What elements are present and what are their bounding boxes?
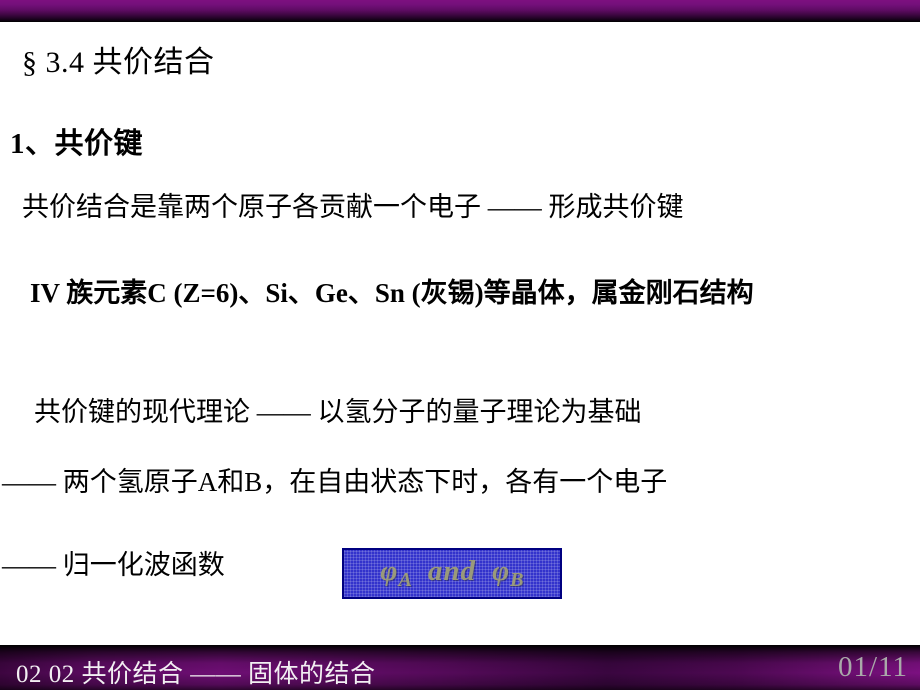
phi-b-symbol: φ bbox=[492, 554, 511, 587]
body-paragraph-1: 共价结合是靠两个原子各贡献一个电子 —— 形成共价键 bbox=[22, 192, 684, 222]
slide-heading-1: 1、共价键 bbox=[10, 128, 144, 160]
body-paragraph-3: 共价键的现代理论 —— 以氢分子的量子理论为基础 bbox=[34, 397, 642, 427]
wavefunction-formula-box: φA and φB bbox=[342, 548, 562, 599]
footer-title-text: 02 02 共价结合 —— 固体的结合 bbox=[16, 661, 376, 688]
body-paragraph-4: —— 两个氢原子A和B，在自由状态下时，各有一个电子 bbox=[2, 467, 668, 497]
formula-expression: φA and φB bbox=[380, 555, 523, 592]
body-paragraph-2: IV 族元素C (Z=6)、Si、Ge、Sn (灰锡)等晶体，属金刚石结构 bbox=[30, 278, 754, 308]
footer-page-number: 01/11 bbox=[838, 651, 908, 683]
body-paragraph-5: —— 归一化波函数 bbox=[2, 550, 225, 580]
phi-b-subscript: B bbox=[510, 569, 524, 592]
phi-a-symbol: φ bbox=[380, 554, 399, 587]
slide-canvas: § 3.4 共价结合 1、共价键 共价结合是靠两个原子各贡献一个电子 —— 形成… bbox=[0, 0, 920, 690]
slide-footer-bar: 02 02 共价结合 —— 固体的结合 01/11 bbox=[0, 645, 920, 690]
phi-a-subscript: A bbox=[398, 569, 412, 592]
slide-section-title: § 3.4 共价结合 bbox=[22, 46, 215, 79]
formula-conjunction: and bbox=[427, 554, 477, 587]
top-decorative-banner bbox=[0, 0, 920, 22]
